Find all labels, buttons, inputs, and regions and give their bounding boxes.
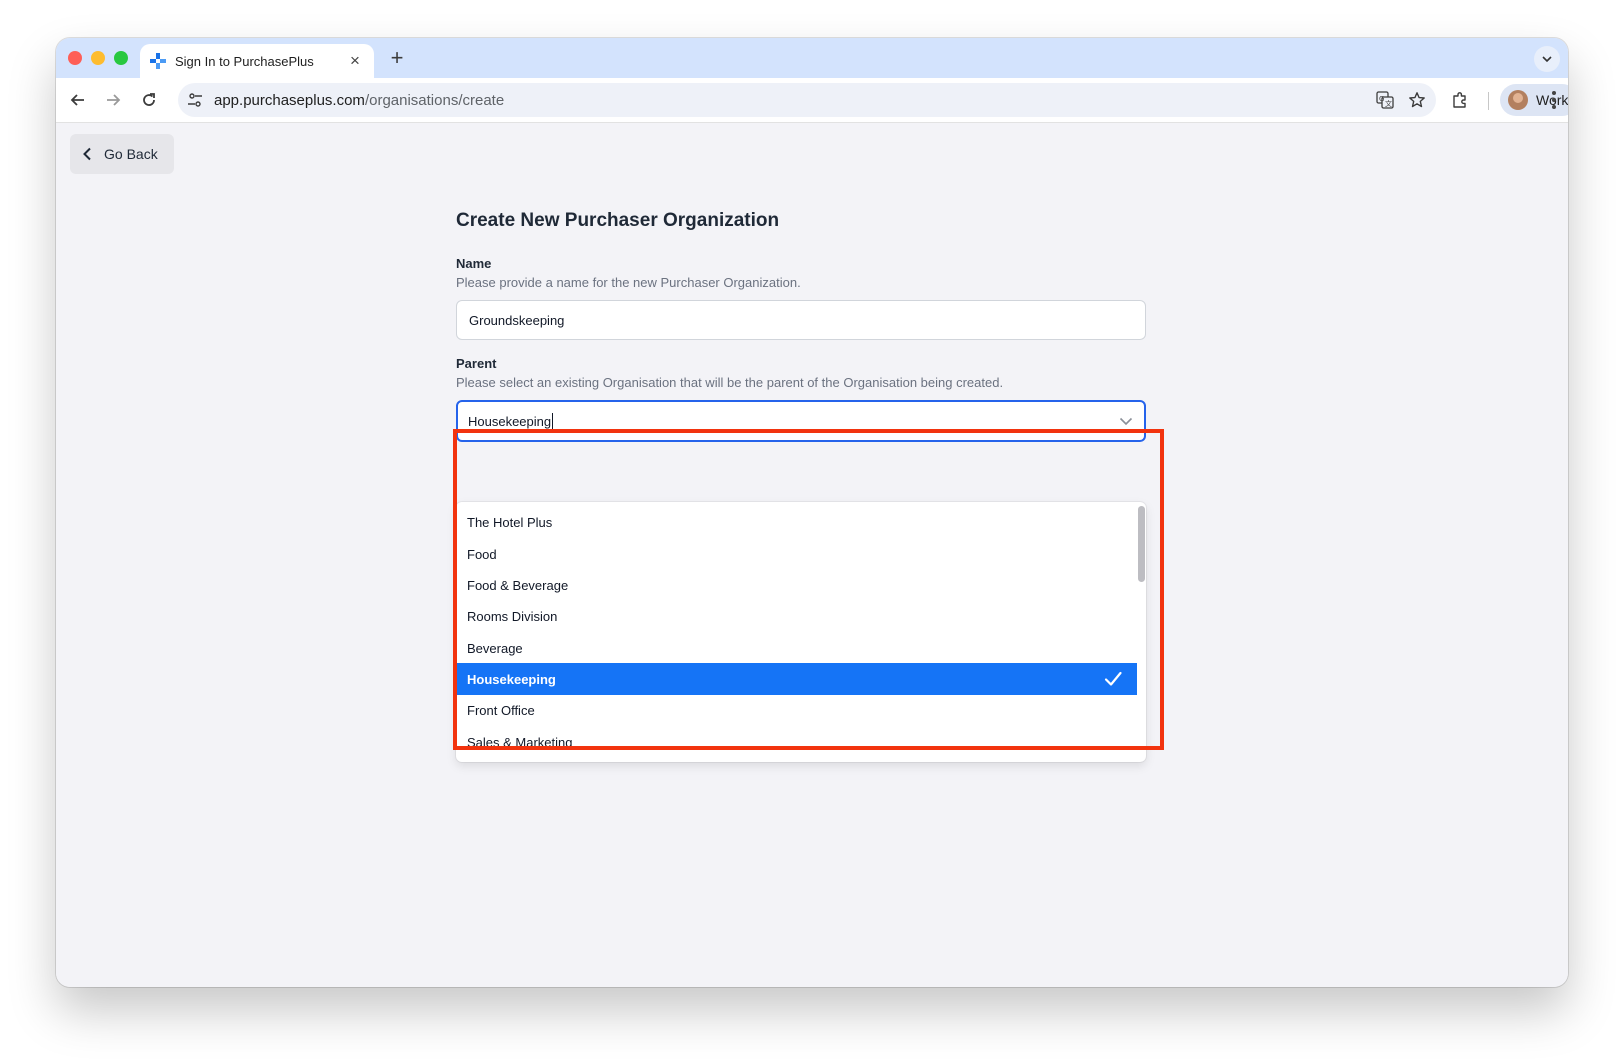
go-back-button[interactable]: Go Back	[70, 134, 174, 174]
url-host: app.purchaseplus.com	[214, 91, 365, 109]
checkmark-icon	[1104, 671, 1122, 686]
arrow-left-icon	[70, 94, 84, 106]
option-the-hotel-plus[interactable]: The Hotel Plus	[456, 506, 1137, 538]
arrow-right-icon	[107, 94, 121, 106]
name-input[interactable]	[456, 300, 1146, 340]
purchaseplus-logo-icon	[150, 53, 166, 69]
option-label: Rooms Division	[467, 608, 558, 624]
chevron-left-icon	[83, 147, 91, 161]
toolbar-divider	[1488, 92, 1489, 110]
option-food[interactable]: Food	[456, 538, 1137, 570]
parent-options-listbox[interactable]: The Hotel Plus Food Food & Beverage Room…	[456, 502, 1146, 762]
translate-icon: G 文	[1376, 91, 1394, 109]
text-cursor	[552, 413, 554, 429]
option-label: Food & Beverage	[467, 577, 569, 593]
reload-button[interactable]	[137, 88, 161, 112]
page-title: Create New Purchaser Organization	[456, 210, 780, 231]
parent-select-value: Housekeeping	[468, 413, 552, 429]
chevron-down-icon[interactable]	[1118, 413, 1134, 429]
option-label: Sales & Marketing	[467, 734, 573, 750]
tab-active[interactable]: Sign In to PurchasePlus ×	[140, 44, 374, 78]
browser-window: Sign In to PurchasePlus × + app.purchase…	[56, 38, 1568, 987]
tab-strip: Sign In to PurchasePlus × +	[56, 38, 1568, 78]
tune-icon	[188, 93, 202, 107]
tab-search-button[interactable]	[1534, 46, 1560, 72]
new-tab-button[interactable]: +	[384, 46, 410, 72]
svg-text:文: 文	[1385, 99, 1392, 108]
extensions-button[interactable]	[1448, 88, 1472, 112]
avatar	[1508, 90, 1528, 110]
address-bar[interactable]: app.purchaseplus.com/organisations/creat…	[178, 83, 1436, 117]
option-food-and-beverage[interactable]: Food & Beverage	[456, 569, 1137, 601]
option-label: Food	[467, 546, 497, 562]
browser-toolbar: app.purchaseplus.com/organisations/creat…	[56, 78, 1568, 123]
url-text: app.purchaseplus.com/organisations/creat…	[214, 92, 1372, 109]
parent-help-text: Please select an existing Organisation t…	[456, 375, 1004, 390]
minimize-window-button[interactable]	[91, 51, 105, 65]
forward-button[interactable]	[101, 88, 125, 112]
bookmark-button[interactable]	[1404, 87, 1430, 113]
star-icon	[1409, 92, 1425, 108]
svg-text:G: G	[1379, 95, 1384, 103]
go-back-label: Go Back	[104, 146, 158, 162]
maximize-window-button[interactable]	[114, 51, 128, 65]
option-housekeeping[interactable]: Housekeeping	[456, 663, 1137, 695]
close-window-button[interactable]	[68, 51, 82, 65]
name-help-text: Please provide a name for the new Purcha…	[456, 275, 801, 290]
option-label: Beverage	[467, 640, 523, 656]
option-beverage[interactable]: Beverage	[456, 632, 1137, 664]
option-front-office[interactable]: Front Office	[456, 694, 1137, 726]
reload-icon	[143, 93, 155, 106]
close-tab-icon[interactable]: ×	[346, 51, 364, 71]
site-info-button[interactable]	[182, 87, 208, 113]
scrollbar-thumb[interactable]	[1138, 506, 1145, 582]
name-label: Name	[456, 256, 492, 271]
kebab-menu-icon[interactable]	[1546, 88, 1562, 112]
create-organization-form: Create New Purchaser Organization Name P…	[456, 210, 1146, 762]
option-label: Housekeeping	[467, 671, 556, 687]
option-label: The Hotel Plus	[467, 514, 553, 530]
dropdown-scrollbar[interactable]	[1137, 504, 1146, 760]
url-path: /organisations/create	[364, 91, 505, 109]
chevron-down-icon	[1542, 56, 1552, 63]
tab-title: Sign In to PurchasePlus	[175, 53, 314, 69]
parent-select-input[interactable]: Housekeeping	[456, 400, 1146, 442]
back-button[interactable]	[66, 88, 90, 112]
option-sales-and-marketing[interactable]: Sales & Marketing	[456, 726, 1137, 758]
page-content: Go Back Create New Purchaser Organizatio…	[56, 124, 1568, 987]
puzzle-icon	[1453, 92, 1466, 108]
option-label: Front Office	[467, 702, 535, 718]
parent-label: Parent	[456, 356, 497, 371]
option-rooms-division[interactable]: Rooms Division	[456, 600, 1137, 632]
translate-button[interactable]: G 文	[1372, 87, 1398, 113]
